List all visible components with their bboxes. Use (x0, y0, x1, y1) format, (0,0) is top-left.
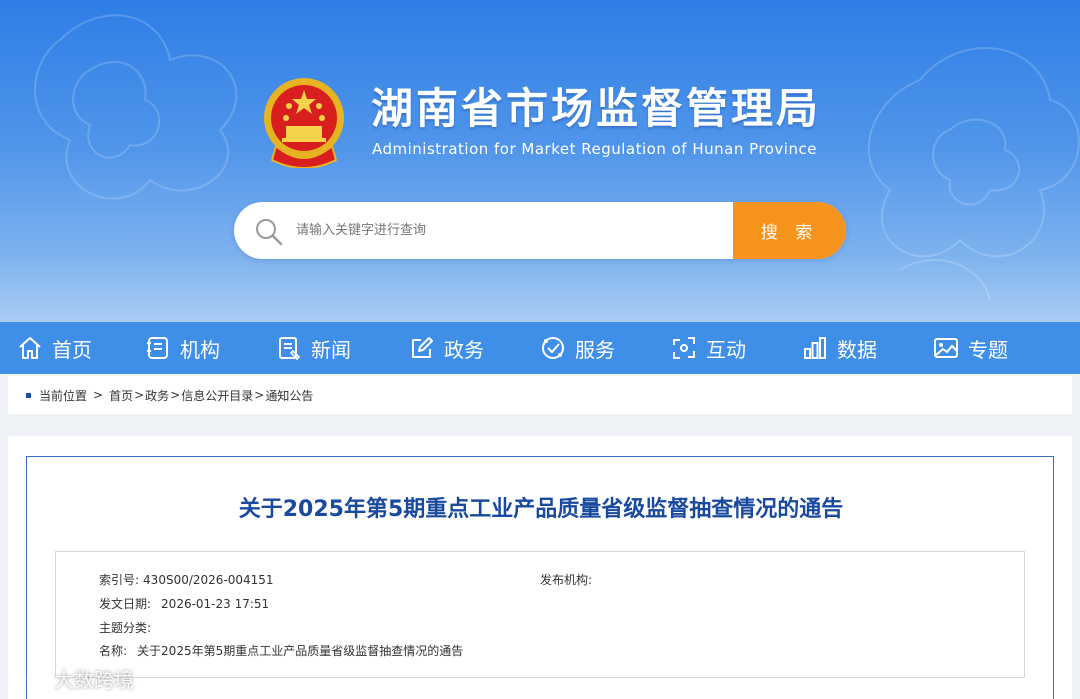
breadcrumb-link-notices[interactable]: 通知公告 (265, 387, 313, 404)
site-subtitle: Administration for Market Regulation of … (372, 140, 817, 158)
site-header: 湖南省市场监督管理局 Administration for Market Reg… (0, 0, 1080, 322)
meta-topic-label: 主题分类: (99, 621, 152, 635)
meta-name-value: 关于2025年第5期重点工业产品质量省级监督抽查情况的通告 (137, 644, 464, 658)
content-area: 关于2025年第5期重点工业产品质量省级监督抽查情况的通告 索引号: 430S00… (8, 436, 1072, 699)
home-icon (19, 337, 41, 359)
article-meta-box: 索引号: 430S00/2026-004151 发布机构: 发文日期: 2026-0… (55, 551, 1025, 678)
site-title: 湖南省市场监督管理局 (371, 84, 822, 133)
nav-item-service[interactable]: 服务 (540, 322, 615, 374)
meta-name-label: 名称: (99, 644, 128, 658)
meta-date-value: 2026-01-23 17:51 (161, 597, 270, 611)
document-icon (147, 337, 168, 359)
service-icon (542, 337, 564, 359)
meta-index: 索引号: 430S00/2026-004151 (99, 571, 274, 588)
decorative-flower-left (34, 14, 238, 200)
breadcrumb-link-catalog[interactable]: 信息公开目录 (181, 387, 253, 404)
nav-item-label: 互动 (706, 337, 746, 362)
nav-item-label: 政务 (444, 337, 484, 362)
meta-publisher-label: 发布机构: (540, 573, 593, 587)
news-icon (279, 337, 301, 361)
breadcrumb-separator: > (134, 388, 145, 402)
nav-item-label: 机构 (180, 337, 220, 362)
nav-item-label: 首页 (52, 337, 92, 362)
breadcrumb: 当前位置 > 首页 > 政务 > 信息公开目录 > 通知公告 (8, 376, 1072, 414)
interaction-icon (673, 337, 695, 359)
breadcrumb-separator: > (254, 388, 265, 402)
meta-date: 发文日期: 2026-01-23 17:51 (99, 595, 269, 612)
bar-chart-icon (804, 337, 826, 359)
search-input[interactable] (296, 202, 732, 259)
meta-index-label: 索引号: (99, 573, 140, 587)
meta-publisher: 发布机构: (540, 571, 596, 588)
nav-item-label: 新闻 (311, 337, 351, 362)
bullet-icon (26, 392, 31, 398)
breadcrumb-separator: > (170, 388, 181, 402)
nav-item-label: 数据 (837, 337, 877, 362)
nav-item-news[interactable]: 新闻 (276, 322, 351, 374)
breadcrumb-link-affairs[interactable]: 政务 (145, 387, 169, 404)
search-bar: 搜 索 (234, 202, 846, 259)
nav-item-label: 专题 (968, 337, 1008, 362)
search-icon (256, 219, 283, 246)
meta-topic: 主题分类: (99, 619, 155, 636)
article-container: 关于2025年第5期重点工业产品质量省级监督抽查情况的通告 索引号: 430S00… (26, 456, 1054, 699)
decorative-flower-right (867, 47, 1080, 301)
image-icon (934, 338, 958, 358)
national-emblem-icon (264, 78, 344, 168)
main-nav: 首页 机构 新闻 政务 服务 互动 数据 专题 (0, 322, 1080, 374)
article-title: 关于2025年第5期重点工业产品质量省级监督抽查情况的通告 (238, 497, 844, 522)
meta-index-value: 430S00/2026-004151 (143, 573, 274, 587)
watermark: 大数跨境 (8, 664, 134, 693)
nav-item-label: 服务 (575, 337, 615, 362)
edit-icon (412, 337, 433, 358)
breadcrumb-current-label: 当前位置 (39, 388, 88, 403)
nav-item-interaction[interactable]: 互动 (671, 322, 746, 374)
breadcrumb-separator: > (93, 388, 104, 402)
meta-date-label: 发文日期: (99, 597, 152, 611)
breadcrumb-link-home[interactable]: 首页 (109, 387, 133, 404)
nav-item-organization[interactable]: 机构 (145, 322, 220, 374)
meta-name: 名称: 关于2025年第5期重点工业产品质量省级监督抽查情况的通告 (99, 642, 463, 659)
nav-item-affairs[interactable]: 政务 (409, 322, 484, 374)
watermark-logo-icon (9, 670, 45, 687)
watermark-text: 大数跨境 (54, 668, 134, 692)
nav-item-data[interactable]: 数据 (802, 322, 877, 374)
nav-item-home[interactable]: 首页 (17, 322, 92, 374)
nav-item-topics[interactable]: 专题 (933, 322, 1008, 374)
search-button[interactable]: 搜 索 (733, 202, 846, 259)
